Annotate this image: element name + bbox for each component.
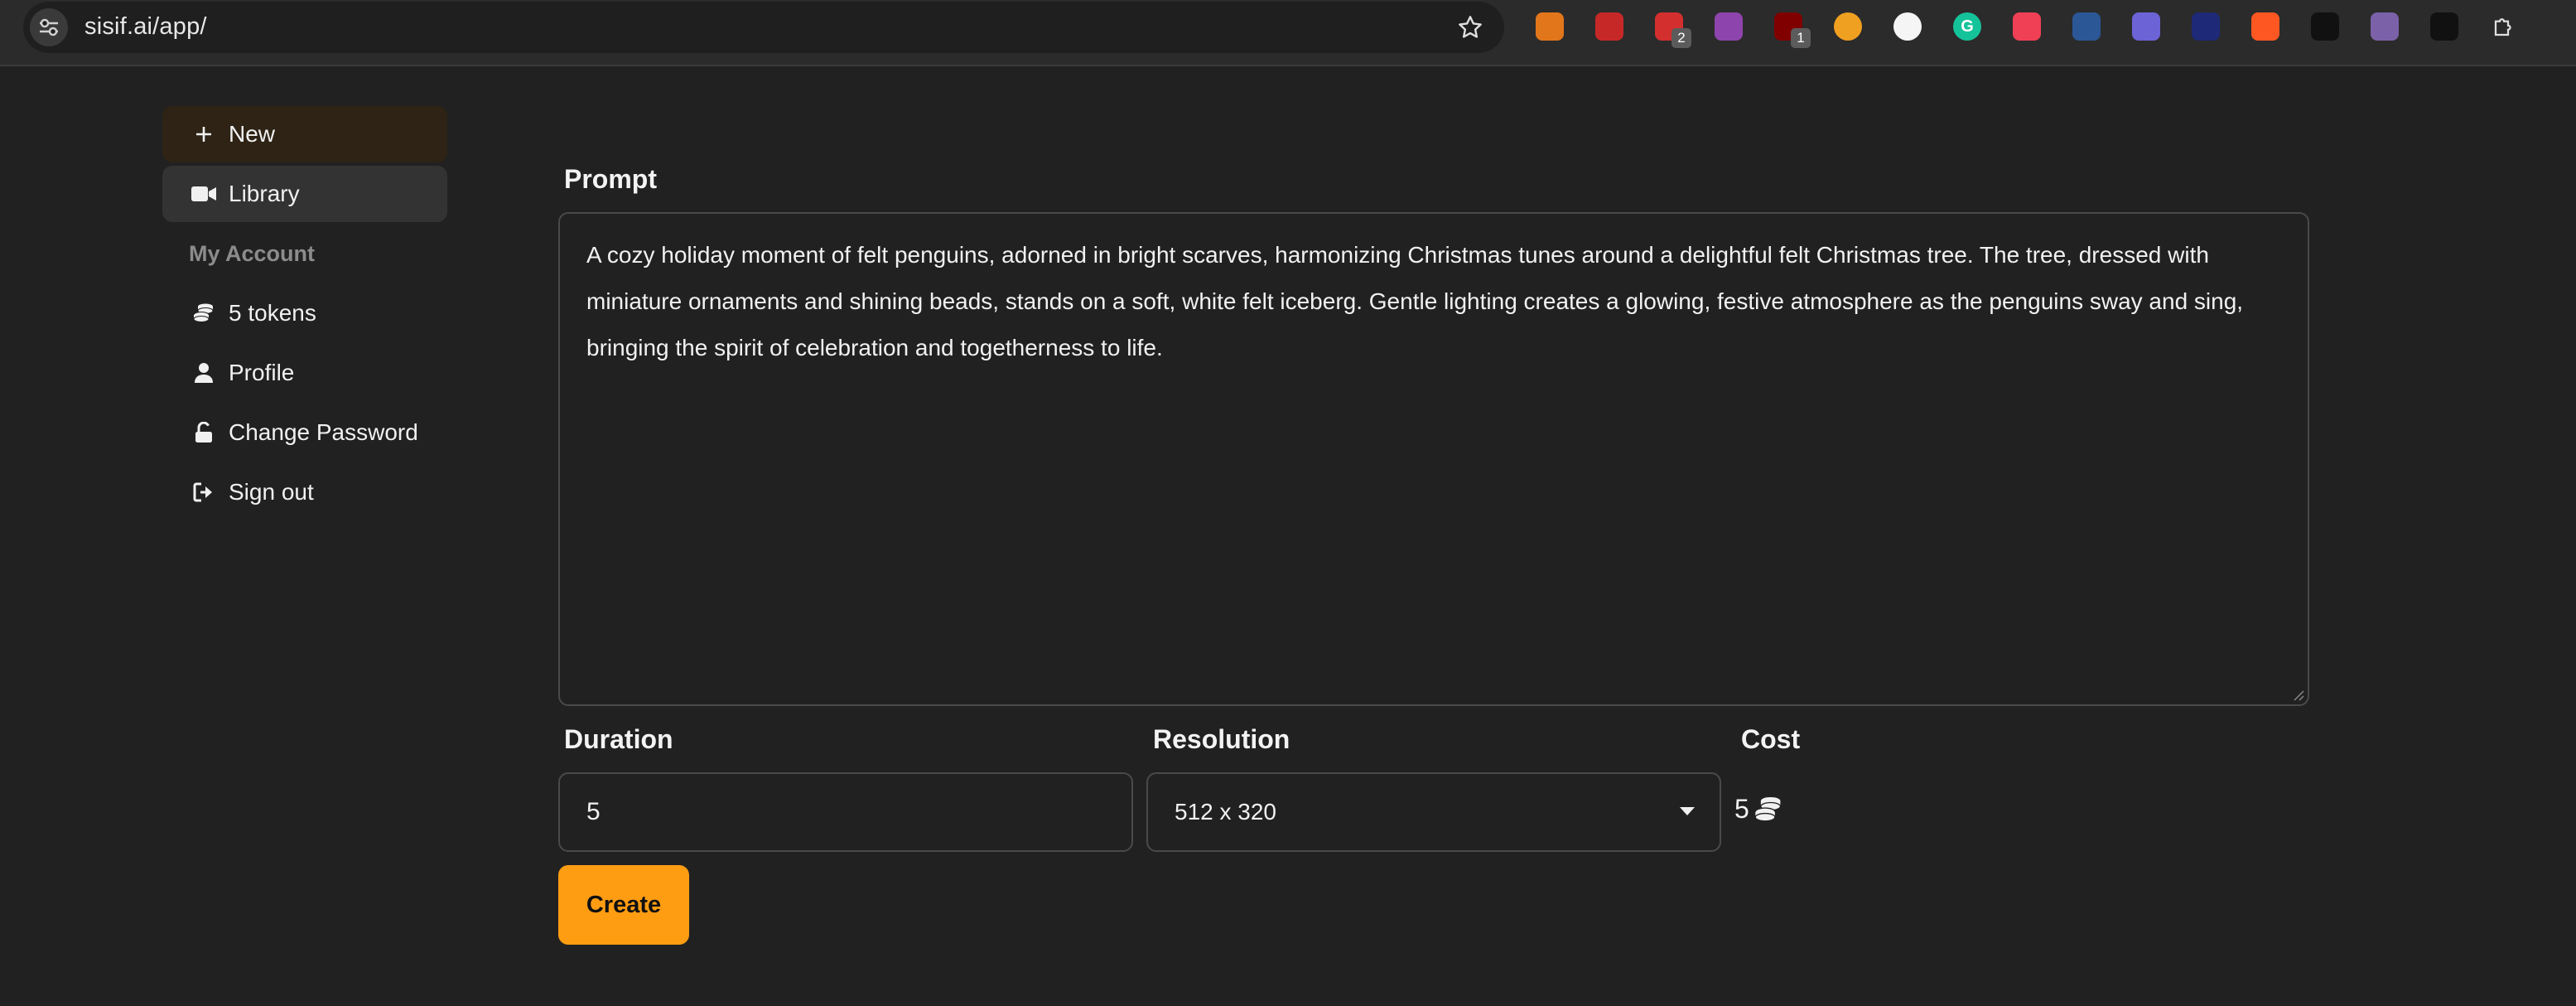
grammarly-icon[interactable]: G xyxy=(1946,7,1988,46)
address-bar[interactable]: sisif.ai/app/ xyxy=(23,2,1504,53)
sidebar-item-label: New xyxy=(229,121,276,147)
medical-cross-icon[interactable] xyxy=(1589,7,1630,46)
ublock-icon[interactable]: 1 xyxy=(1768,7,1811,48)
unlock-icon xyxy=(189,418,219,447)
color-wheel-icon[interactable] xyxy=(1708,7,1749,46)
coins-icon xyxy=(189,298,219,328)
ghost-icon[interactable] xyxy=(2125,7,2167,46)
resolution-select[interactable]: 512 x 320 xyxy=(1146,772,1721,852)
sidebar-item-label: Change Password xyxy=(229,419,418,445)
my-account-heading: My Account xyxy=(189,240,316,266)
resize-handle-icon[interactable] xyxy=(2291,688,2304,701)
diamond-icon[interactable] xyxy=(2185,7,2226,46)
plus-icon xyxy=(189,119,219,149)
red-calendar-icon[interactable]: 2 xyxy=(1648,7,1691,48)
duration-input[interactable]: 5 xyxy=(558,772,1133,852)
shield-icon[interactable] xyxy=(2424,7,2465,46)
url-text[interactable]: sisif.ai/app/ xyxy=(84,13,207,41)
duration-value: 5 xyxy=(586,798,601,825)
extension-badge: 2 xyxy=(1672,28,1691,48)
duration-label: Duration xyxy=(564,724,673,754)
prompt-label: Prompt xyxy=(564,164,657,194)
sidebar-item-label: Library xyxy=(229,181,300,206)
sidebar-item-label: 5 tokens xyxy=(229,300,316,326)
sidebar-item-label: Sign out xyxy=(229,479,314,505)
prompt-text: A cozy holiday moment of felt penguins, … xyxy=(586,242,2244,360)
sidebar-item-change-password[interactable]: Change Password xyxy=(162,404,447,461)
orange-face-icon[interactable] xyxy=(1827,7,1869,46)
coins-icon xyxy=(1754,796,1782,824)
chevron-down-icon xyxy=(1680,807,1695,815)
sidebar-item-library[interactable]: Library xyxy=(162,166,447,222)
sidebar-item-profile[interactable]: Profile xyxy=(162,345,447,401)
sidebar-item-sign-out[interactable]: Sign out xyxy=(162,464,447,520)
extensions-bar: 2 1 G xyxy=(1529,7,2525,48)
metamask-icon[interactable] xyxy=(1529,7,1570,46)
user-icon xyxy=(189,358,219,388)
puzzle-icon[interactable] xyxy=(2483,7,2525,46)
browser-toolbar: sisif.ai/app/ 2 1 G xyxy=(0,0,2576,66)
cost-amount: 5 xyxy=(1734,794,1749,824)
sidebar-item-tokens[interactable]: 5 tokens xyxy=(162,285,447,341)
video-camera-icon xyxy=(189,179,219,209)
sidebar: New Library My Account 5 tokens Profile … xyxy=(162,106,447,524)
cost-label: Cost xyxy=(1741,724,1801,754)
site-settings-icon[interactable] xyxy=(30,8,68,46)
cost-display: 5 xyxy=(1734,794,1782,825)
create-button[interactable]: Create xyxy=(558,865,689,945)
bar-chart-icon[interactable] xyxy=(2066,7,2107,46)
sidebar-item-label: Profile xyxy=(229,360,295,385)
pocket-icon[interactable] xyxy=(2006,7,2048,46)
prompt-textarea[interactable]: A cozy holiday moment of felt penguins, … xyxy=(558,212,2309,706)
sign-out-icon xyxy=(189,477,219,507)
white-circle-icon[interactable] xyxy=(1887,7,1928,46)
cat-icon[interactable] xyxy=(2364,7,2405,46)
extension-badge: 1 xyxy=(1791,28,1811,48)
scissors-icon[interactable] xyxy=(2304,7,2346,46)
sidebar-item-new[interactable]: New xyxy=(162,106,447,162)
flame-icon[interactable] xyxy=(2245,7,2286,46)
resolution-value: 512 x 320 xyxy=(1175,799,1276,825)
resolution-label: Resolution xyxy=(1153,724,1290,754)
bookmark-star-icon[interactable] xyxy=(1454,12,1486,43)
